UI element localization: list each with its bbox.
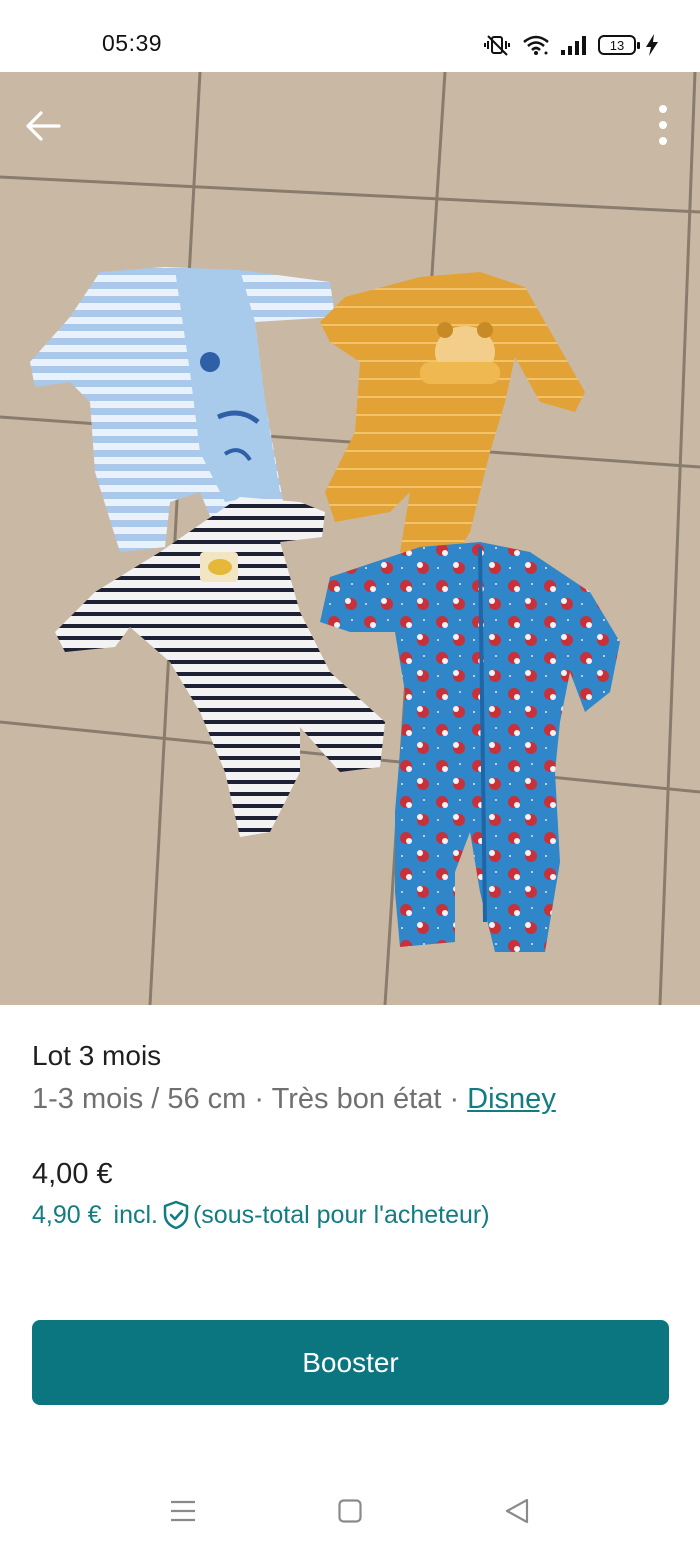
booster-button[interactable]: Booster [32,1320,669,1405]
buyer-price-info[interactable]: 4,90 € incl. (sous-total pour l'acheteur… [32,1200,490,1230]
listing-price: 4,00 € [32,1158,113,1190]
listing-size: 1-3 mois / 56 cm [32,1083,247,1115]
battery-icon: 13 [598,35,640,55]
separator: · [441,1083,468,1115]
shield-check-icon [163,1200,189,1230]
buyer-price-amount: 4,90 € [32,1200,102,1229]
home-button[interactable] [330,1496,370,1530]
back-triangle-icon [505,1498,529,1529]
back-arrow-icon [25,110,61,147]
status-bar: 05:39 13 [0,0,700,72]
listing-subtitle: 1-3 mois / 56 cm · Très bon état · Disne… [32,1083,556,1116]
separator: · [246,1083,272,1115]
product-photo[interactable] [0,72,700,1005]
menu-icon [170,1500,196,1527]
wifi-icon [522,34,550,56]
system-nav-bar [0,1470,700,1556]
battery-level: 13 [609,37,625,53]
buyer-price-incl-label: incl. [113,1200,158,1229]
system-back-button[interactable] [497,1496,537,1530]
status-icons: 13 [482,31,658,59]
home-square-icon [338,1498,362,1528]
vibrate-off-icon [482,34,512,56]
status-time: 05:39 [102,30,163,56]
back-button[interactable] [20,105,66,151]
more-vertical-icon [658,104,668,151]
signal-icon [560,34,588,56]
more-options-button[interactable] [646,103,680,151]
listing-condition: Très bon état [271,1083,442,1115]
photo-scene [0,72,700,1005]
recents-button[interactable] [163,1496,203,1530]
charging-icon [646,34,658,56]
listing-title: Lot 3 mois [32,1040,162,1071]
buyer-price-note: (sous-total pour l'acheteur) [192,1200,490,1229]
booster-label: Booster [302,1346,399,1378]
brand-link[interactable]: Disney [467,1083,556,1115]
